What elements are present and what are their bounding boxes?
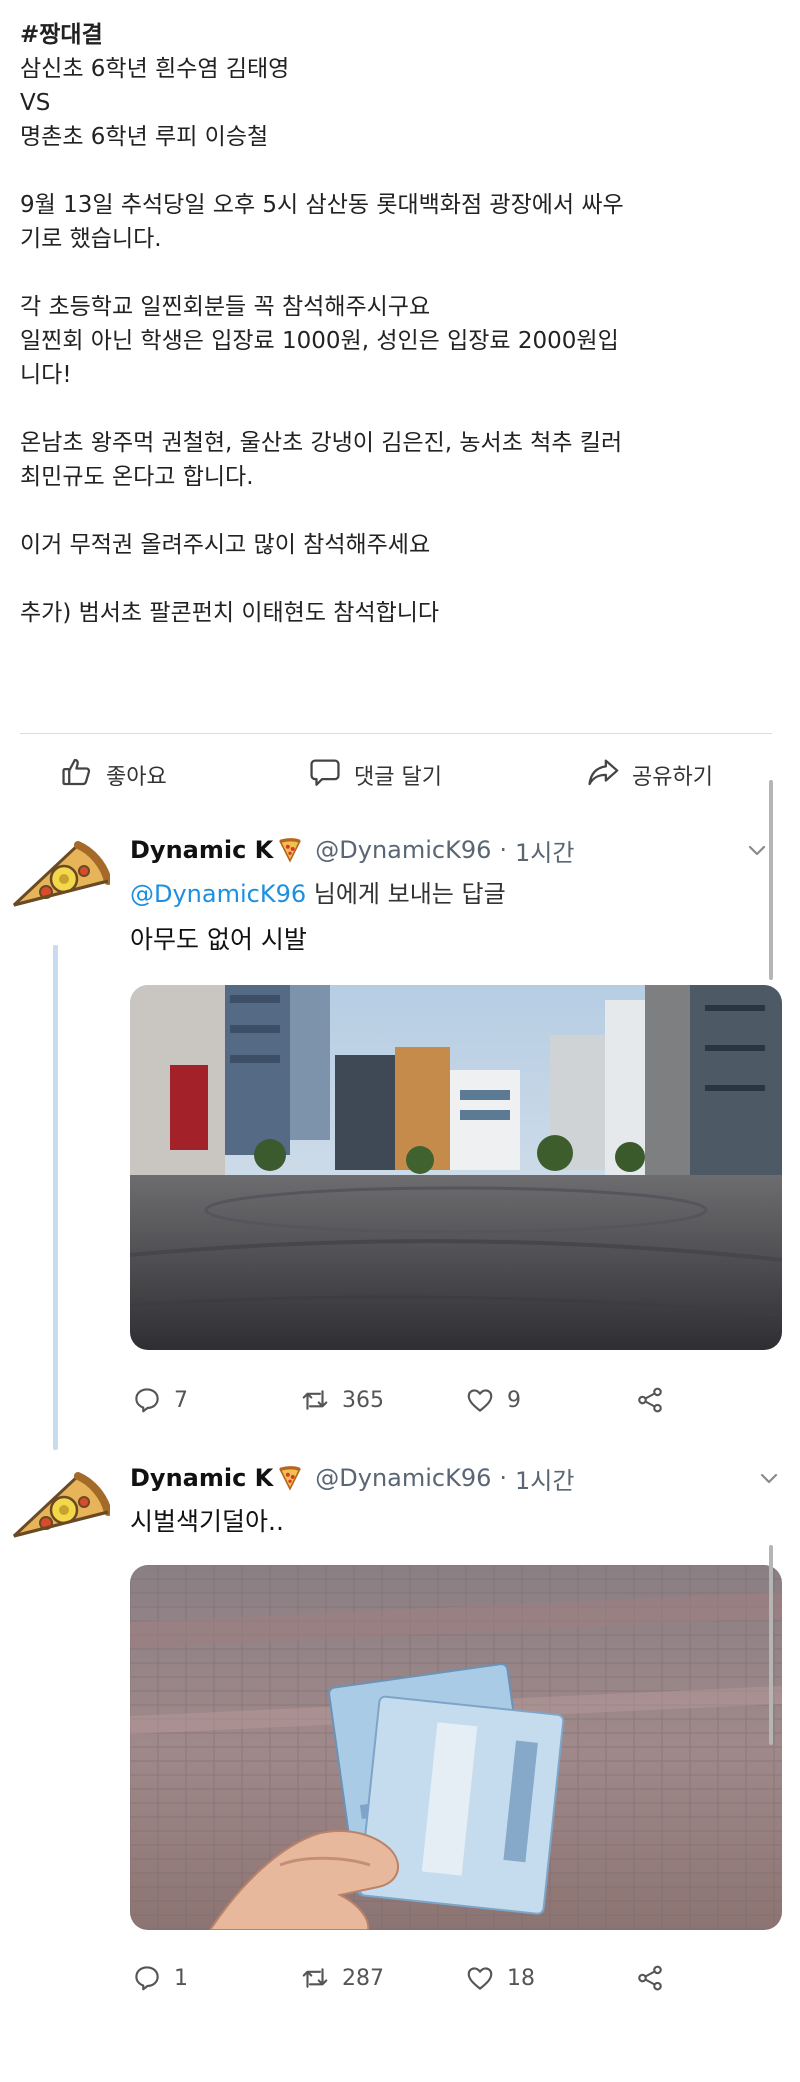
tweet-text: 아무도 없어 시발 <box>130 925 307 954</box>
post-line: 최민규도 온다고 합니다. <box>20 464 254 490</box>
comment-button[interactable]: 댓글 달기 <box>308 752 442 798</box>
post-line: 온남초 왕주먹 권철현, 울산초 강냉이 김은진, 농서초 척추 킬러 <box>20 430 623 456</box>
tweet-header: Dynamic K @DynamicK96 · 1시간 <box>130 830 574 870</box>
tweet-stats: 1 287 18 <box>130 1958 690 1998</box>
post-hashtag[interactable]: #짱대결 <box>20 18 780 52</box>
retweet-count: 287 <box>342 1965 384 1991</box>
thumbs-up-icon <box>60 755 94 795</box>
post-fighter-1: 삼신초 6학년 흰수염 김태영 <box>20 56 290 82</box>
post-body: #짱대결 삼신초 6학년 흰수염 김태영 VS 명촌초 6학년 루피 이승철 9… <box>20 18 780 630</box>
reply-button[interactable]: 1 <box>132 1958 188 1998</box>
tweet-stats: 7 365 9 <box>130 1380 690 1420</box>
post-fighter-2: 명촌초 6학년 루피 이승철 <box>20 124 269 150</box>
handle[interactable]: @DynamicK96 <box>315 1464 491 1492</box>
post-line: 이거 무적권 올려주시고 많이 참석해주세요 <box>20 532 431 558</box>
tweet-photo-money[interactable] <box>130 1565 782 1930</box>
retweet-button[interactable]: 365 <box>300 1380 384 1420</box>
like-label: 좋아요 <box>106 765 167 790</box>
thread-line <box>53 945 58 1450</box>
retweet-icon <box>302 1390 328 1410</box>
post-vs: VS <box>20 90 51 116</box>
share-arrow-icon <box>586 755 620 795</box>
display-name[interactable]: Dynamic K <box>130 1464 273 1492</box>
reply-to-line: @DynamicK96 님에게 보내는 답글 <box>130 874 506 909</box>
share-nodes-icon <box>638 1965 662 1991</box>
tweet-header: Dynamic K @DynamicK96 · 1시간 <box>130 1458 574 1498</box>
retweet-icon <box>302 1968 328 1988</box>
heart-icon <box>467 1389 493 1412</box>
post-line: 추가) 범서초 팔콘펀치 이태현도 참석합니다 <box>20 600 440 626</box>
reply-count: 1 <box>174 1965 188 1991</box>
mention-link[interactable]: @DynamicK96 <box>130 880 306 908</box>
tweet-text: 시벌색기덜아.. <box>130 1507 284 1536</box>
like-count: 9 <box>507 1387 521 1413</box>
like-count: 18 <box>507 1965 535 1991</box>
tweet-share-button[interactable] <box>635 1958 665 1998</box>
pizza-icon <box>279 838 302 863</box>
speech-bubble-icon <box>308 755 342 795</box>
share-label: 공유하기 <box>632 765 713 790</box>
tweet-share-button[interactable] <box>635 1380 665 1420</box>
display-name[interactable]: Dynamic K <box>130 836 273 864</box>
post-divider <box>20 733 772 734</box>
reply-to-suffix: 님에게 보내는 답글 <box>306 880 506 908</box>
separator: · <box>499 1464 508 1492</box>
separator: · <box>499 836 508 864</box>
like-tweet-button[interactable]: 18 <box>465 1958 535 1998</box>
like-tweet-button[interactable]: 9 <box>465 1380 521 1420</box>
pizza-avatar-icon <box>12 1472 112 1538</box>
avatar[interactable] <box>6 835 112 925</box>
chevron-down-icon[interactable] <box>757 1466 781 1490</box>
retweet-count: 365 <box>342 1387 384 1413</box>
avatar[interactable] <box>6 1466 112 1556</box>
post-line: 니다! <box>20 362 72 388</box>
pizza-icon <box>279 1466 302 1491</box>
chevron-down-icon[interactable] <box>745 838 769 862</box>
reply-icon <box>135 1388 159 1413</box>
share-button[interactable]: 공유하기 <box>586 752 713 798</box>
scrollbar[interactable] <box>769 1545 773 1745</box>
post-line: 9월 13일 추석당일 오후 5시 삼산동 롯대백화점 광장에서 싸우 <box>20 192 624 218</box>
reply-count: 7 <box>174 1387 188 1413</box>
timestamp[interactable]: 1시간 <box>515 1461 574 1496</box>
heart-icon <box>467 1967 493 1990</box>
scrollbar[interactable] <box>769 780 773 980</box>
post-line: 기로 했습니다. <box>20 226 162 252</box>
share-nodes-icon <box>638 1387 662 1413</box>
pizza-avatar-icon <box>12 841 112 907</box>
post-line: 일찐회 아닌 학생은 입장료 1000원, 성인은 입장료 2000원입 <box>20 328 619 354</box>
retweet-button[interactable]: 287 <box>300 1958 384 1998</box>
comment-label: 댓글 달기 <box>354 765 442 790</box>
tweet-photo-plaza[interactable] <box>130 985 782 1350</box>
handle[interactable]: @DynamicK96 <box>315 836 491 864</box>
post-line: 각 초등학교 일찐회분들 꼭 참석해주시구요 <box>20 294 431 320</box>
like-button[interactable]: 좋아요 <box>60 752 167 798</box>
post-action-bar: 좋아요 댓글 달기 공유하기 <box>0 752 800 798</box>
reply-icon <box>135 1966 159 1991</box>
timestamp[interactable]: 1시간 <box>515 833 574 868</box>
reply-button[interactable]: 7 <box>132 1380 188 1420</box>
